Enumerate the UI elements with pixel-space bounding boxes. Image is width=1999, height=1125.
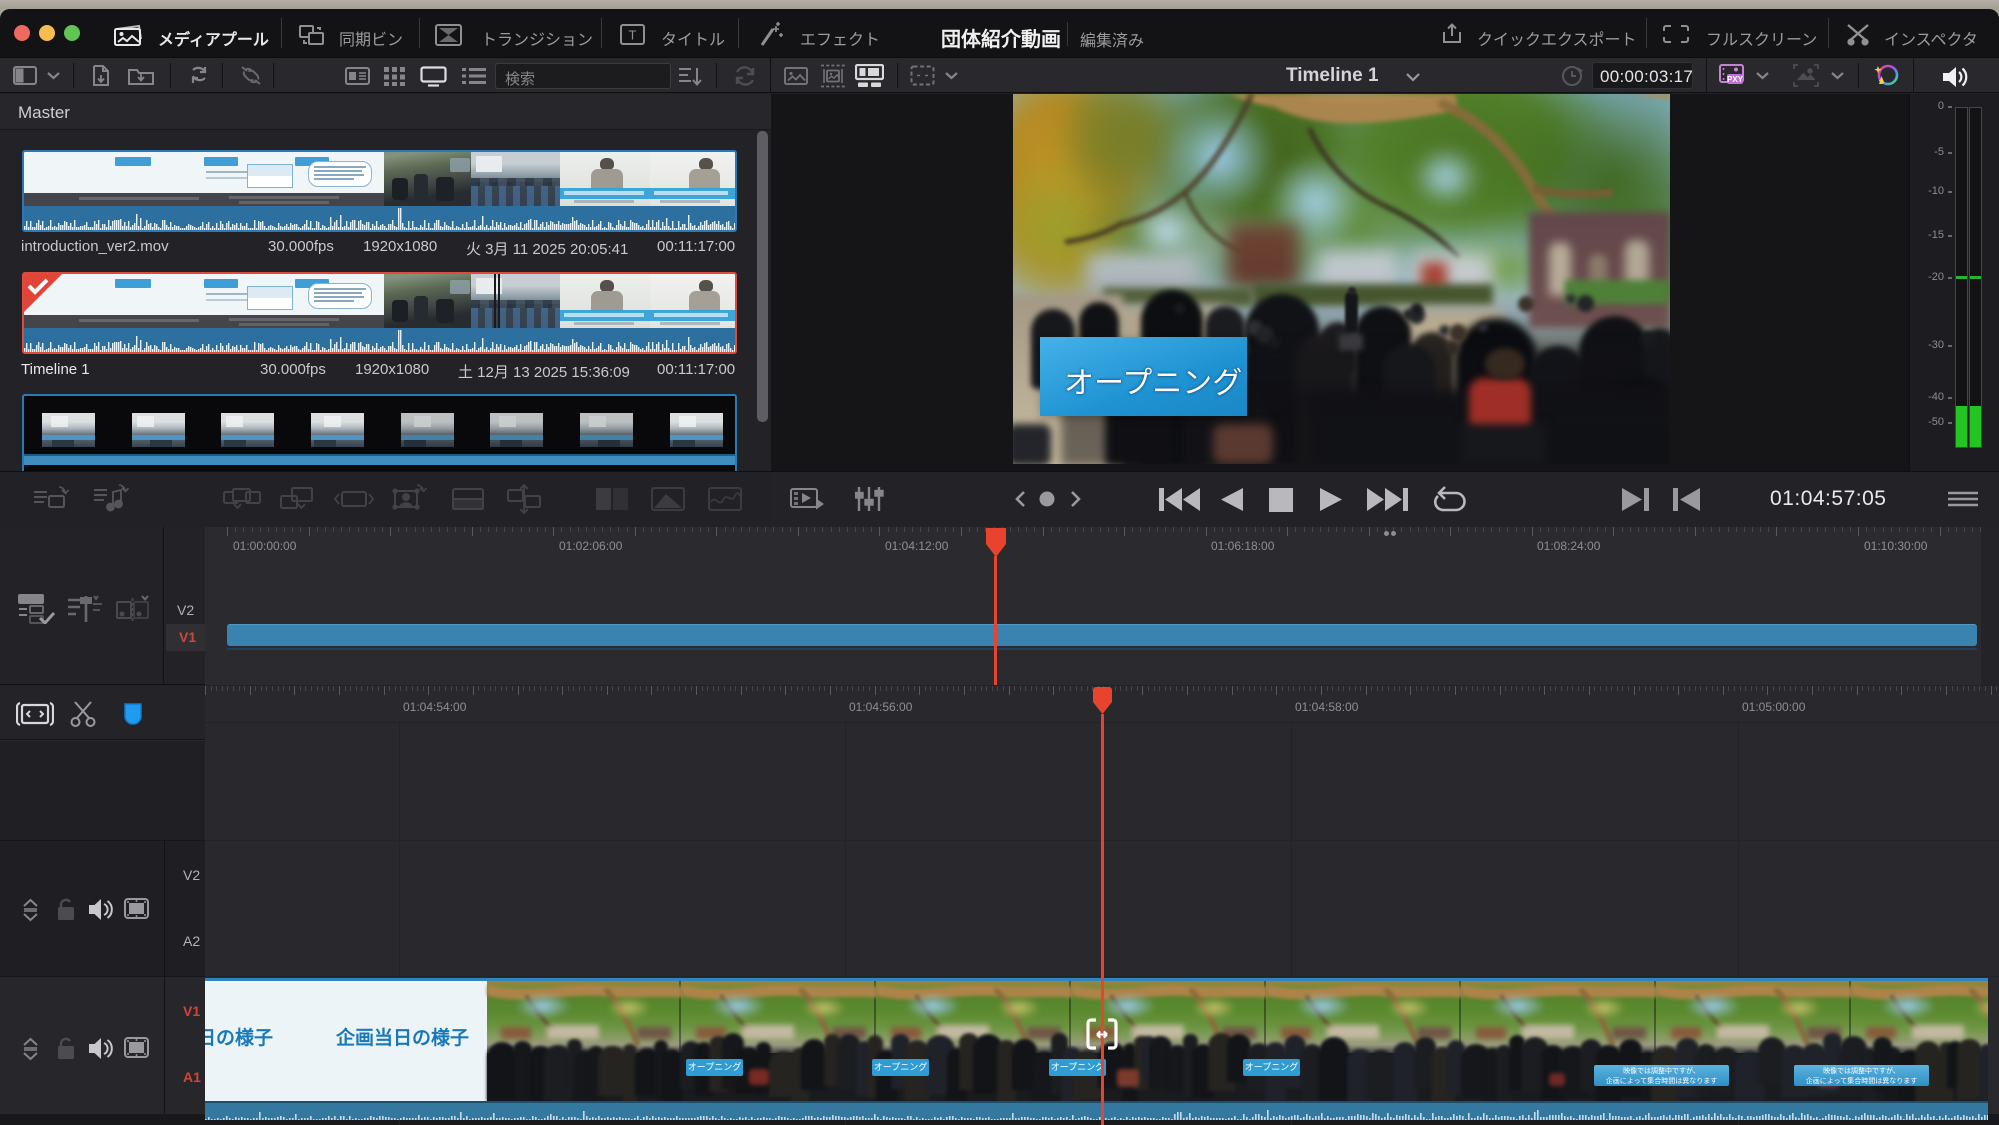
svg-text:T: T (629, 28, 637, 43)
svg-text:PXY: PXY (1727, 75, 1744, 84)
